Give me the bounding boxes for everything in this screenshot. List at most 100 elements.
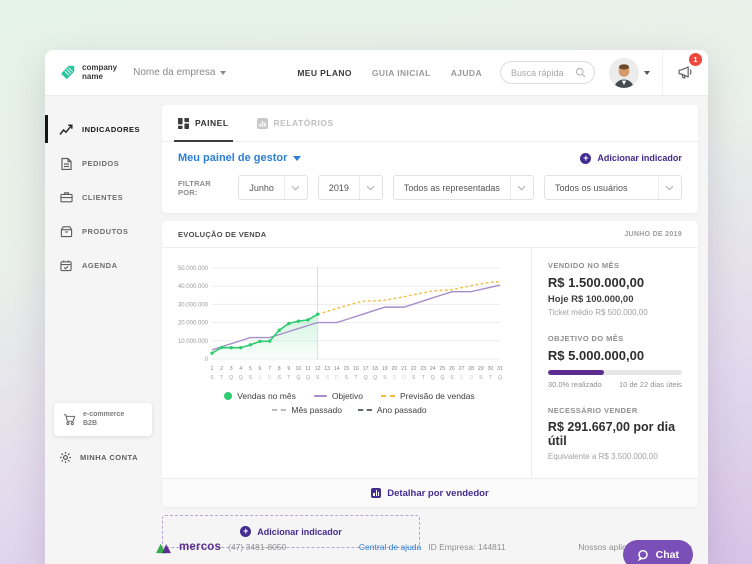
sidebar-item-produtos[interactable]: PRODUTOS <box>45 214 160 248</box>
user-menu[interactable] <box>609 58 650 88</box>
company-selector[interactable]: Nome da empresa <box>133 67 226 78</box>
filter-usuarios-select[interactable]: Todos os usuários <box>544 175 682 200</box>
svg-text:Q: Q <box>431 375 435 381</box>
svg-text:2: 2 <box>220 366 223 372</box>
svg-text:21: 21 <box>401 366 407 372</box>
calendar-icon <box>59 259 73 272</box>
sidebar-item-minha-conta[interactable]: MINHA CONTA <box>59 451 138 464</box>
svg-text:19: 19 <box>382 366 388 372</box>
legend-dash-swatch <box>358 409 372 411</box>
clients-icon <box>59 191 73 203</box>
svg-text:T: T <box>489 375 493 381</box>
stat-label: VENDIDO NO MÊS <box>548 261 682 270</box>
sidebar-item-pedidos[interactable]: PEDIDOS <box>45 146 160 180</box>
report-chart-icon <box>257 118 268 129</box>
svg-text:25: 25 <box>440 366 446 372</box>
nav-meu-plano[interactable]: MEU PLANO <box>297 68 352 78</box>
add-indicator-label: Adicionar indicador <box>597 153 682 163</box>
filter-month-value: Junho <box>239 183 284 193</box>
announcements-button[interactable]: 1 <box>662 50 708 95</box>
panel-controls-card: PAINEL RELATÓRIOS Meu painel de gestor <box>162 105 698 213</box>
sold-stat: VENDIDO NO MÊS R$ 1.500.000,00 Hoje R$ 1… <box>548 261 682 317</box>
company-id: ID Empresa: 144811 <box>428 542 505 552</box>
svg-text:20: 20 <box>392 366 398 372</box>
notification-badge[interactable]: 1 <box>689 53 702 66</box>
panel-selector-dropdown[interactable]: Meu painel de gestor <box>178 152 301 164</box>
tab-painel[interactable]: PAINEL <box>178 105 229 141</box>
stat-label: NECESSÁRIO VENDER <box>548 406 682 415</box>
filter-usuarios-value: Todos os usuários <box>545 183 658 193</box>
chat-button[interactable]: Chat <box>623 540 693 564</box>
svg-text:11: 11 <box>305 366 310 372</box>
svg-text:T: T <box>354 375 358 381</box>
cart-icon <box>63 413 76 426</box>
svg-text:D: D <box>402 375 406 381</box>
dashboard-grid-icon <box>178 118 189 129</box>
need-equivalent: Equivalente a R$ 3.500.000,00 <box>548 452 682 461</box>
search-icon <box>575 67 586 78</box>
sidebar-item-agenda[interactable]: AGENDA <box>45 248 160 282</box>
svg-text:30: 30 <box>488 366 494 372</box>
svg-text:D: D <box>268 375 272 381</box>
filter-representadas-select[interactable]: Todos as representadas <box>393 175 534 200</box>
svg-text:T: T <box>220 375 224 381</box>
svg-text:S: S <box>460 375 464 381</box>
svg-text:23: 23 <box>420 366 426 372</box>
legend-line-swatch <box>314 395 327 397</box>
company-selector-label: Nome da empresa <box>133 67 215 78</box>
svg-text:18: 18 <box>372 366 378 372</box>
tab-label: RELATÓRIOS <box>274 118 334 128</box>
svg-text:28: 28 <box>468 366 474 372</box>
svg-text:13: 13 <box>324 366 330 372</box>
svg-text:T: T <box>422 375 426 381</box>
company-logo[interactable]: company name <box>45 64 117 82</box>
footer: mercos (47) 3481-8050 Central de ajuda I… <box>155 535 693 559</box>
chart-title: EVOLUÇÃO DE VENDA <box>178 230 266 239</box>
svg-text:Q: Q <box>364 375 368 381</box>
sidebar-item-clientes[interactable]: CLIENTES <box>45 180 160 214</box>
svg-text:10: 10 <box>296 366 302 372</box>
svg-text:S: S <box>479 375 483 381</box>
svg-text:S: S <box>393 375 397 381</box>
svg-text:40.000.000: 40.000.000 <box>178 284 209 290</box>
chart-legend: Vendas no mês Objetivo Previsão de venda… <box>172 391 527 401</box>
svg-text:6: 6 <box>259 366 262 372</box>
tab-relatorios[interactable]: RELATÓRIOS <box>257 105 334 141</box>
filter-representadas-value: Todos as representadas <box>394 183 510 193</box>
nav-guia-inicial[interactable]: GUIA INICIAL <box>372 68 431 78</box>
filter-year-select[interactable]: 2019 <box>318 175 383 200</box>
goal-progress-bar <box>548 370 682 375</box>
nav-ajuda[interactable]: AJUDA <box>451 68 482 78</box>
help-center-link[interactable]: Central de ajuda <box>359 542 421 552</box>
search-input[interactable] <box>511 68 570 78</box>
filter-month-select[interactable]: Junho <box>238 175 308 200</box>
bar-chart-icon <box>371 488 381 498</box>
legend-dash-swatch <box>272 409 286 411</box>
sidebar-item-indicadores[interactable]: INDICADORES <box>45 112 160 146</box>
sidebar-item-label: CLIENTES <box>82 193 123 202</box>
add-indicator-link[interactable]: + Adicionar indicador <box>580 153 682 164</box>
tag-logo-icon <box>59 64 76 81</box>
tabs-bar: PAINEL RELATÓRIOS <box>162 105 698 142</box>
svg-text:Q: Q <box>440 375 444 381</box>
chart-period: JUNHO DE 2019 <box>624 231 682 238</box>
svg-text:12: 12 <box>315 366 321 372</box>
chevron-down-icon <box>658 176 681 199</box>
svg-text:Q: Q <box>229 375 233 381</box>
top-header: company name Nome da empresa MEU PLANO G… <box>45 50 708 96</box>
svg-text:27: 27 <box>459 366 465 372</box>
stat-label: OBJETIVO DO MÊS <box>548 334 682 343</box>
ecommerce-b2b-button[interactable]: e-commerce B2B <box>54 403 152 436</box>
detail-by-seller-button[interactable]: Detalhar por vendedor <box>162 478 698 507</box>
legend-label: Vendas no mês <box>237 391 296 401</box>
svg-text:S: S <box>450 375 454 381</box>
svg-text:S: S <box>277 375 281 381</box>
detail-button-label: Detalhar por vendedor <box>387 488 488 499</box>
logo-text: company name <box>82 64 117 82</box>
svg-text:7: 7 <box>268 366 271 372</box>
quick-search[interactable] <box>500 61 595 84</box>
svg-text:3: 3 <box>230 366 233 372</box>
svg-text:S: S <box>210 375 214 381</box>
legend-label: Mês passado <box>291 405 342 415</box>
sales-chart: 010.000.00020.000.00030.000.00040.000.00… <box>162 248 531 478</box>
